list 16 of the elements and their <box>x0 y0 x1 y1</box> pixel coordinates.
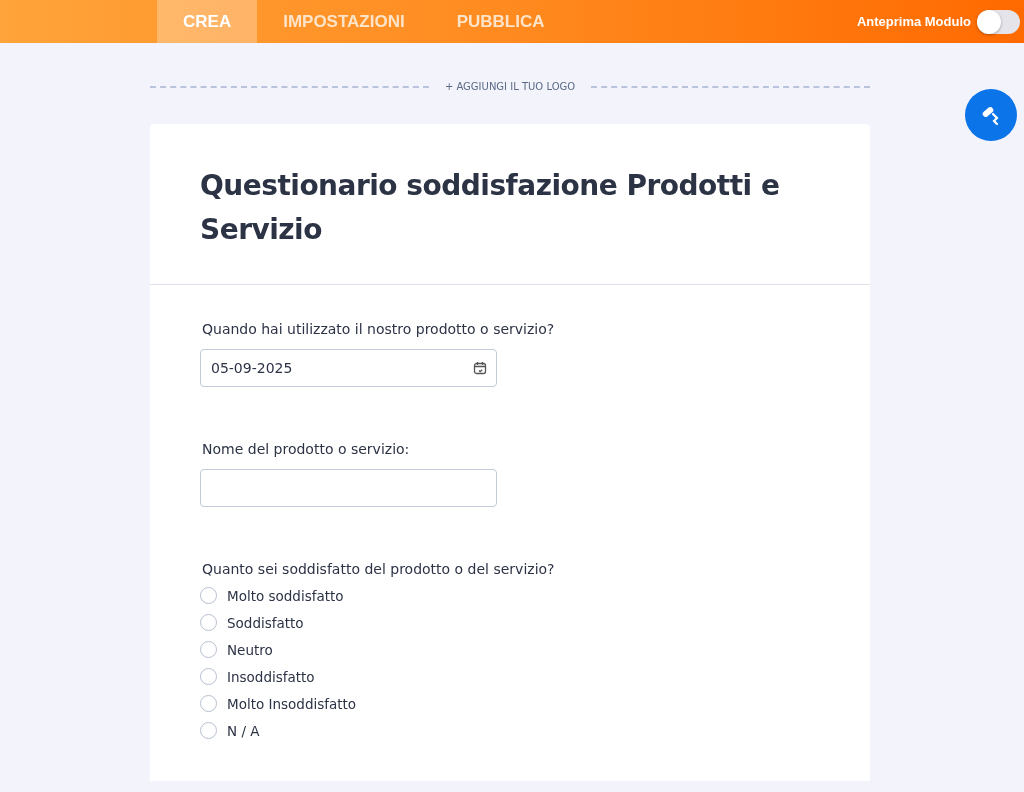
question-label: Nome del prodotto o servizio: <box>201 441 411 457</box>
nav-tab[interactable]: CREA <box>157 0 258 43</box>
date-field[interactable]: 05-09-2025 <box>200 349 497 387</box>
form-title: Questionario soddisfazione Prodotti e Servizio <box>200 168 781 248</box>
nav-tab[interactable]: IMPOSTAZIONI <box>257 0 431 43</box>
option-label: Soddisfatto <box>227 614 304 631</box>
option-label: Molto soddisfatto <box>227 587 344 604</box>
preview-label: Anteprima Modulo <box>856 14 971 29</box>
add-logo-link[interactable]: + AGGIUNGI IL TUO LOGO <box>444 81 576 92</box>
option-label: Insoddisfatto <box>227 668 315 685</box>
option-label: Molto Insoddisfatto <box>227 695 357 712</box>
option-label: Neutro <box>227 641 273 658</box>
question-label: Quanto sei soddisfatto del prodotto o del servizio? <box>201 561 556 577</box>
option-label: N / A <box>227 722 260 739</box>
question-label: Quando hai utilizzato il nostro prodotto o servizio? <box>201 321 556 337</box>
nav-tab[interactable]: PUBBLICA <box>430 0 571 43</box>
